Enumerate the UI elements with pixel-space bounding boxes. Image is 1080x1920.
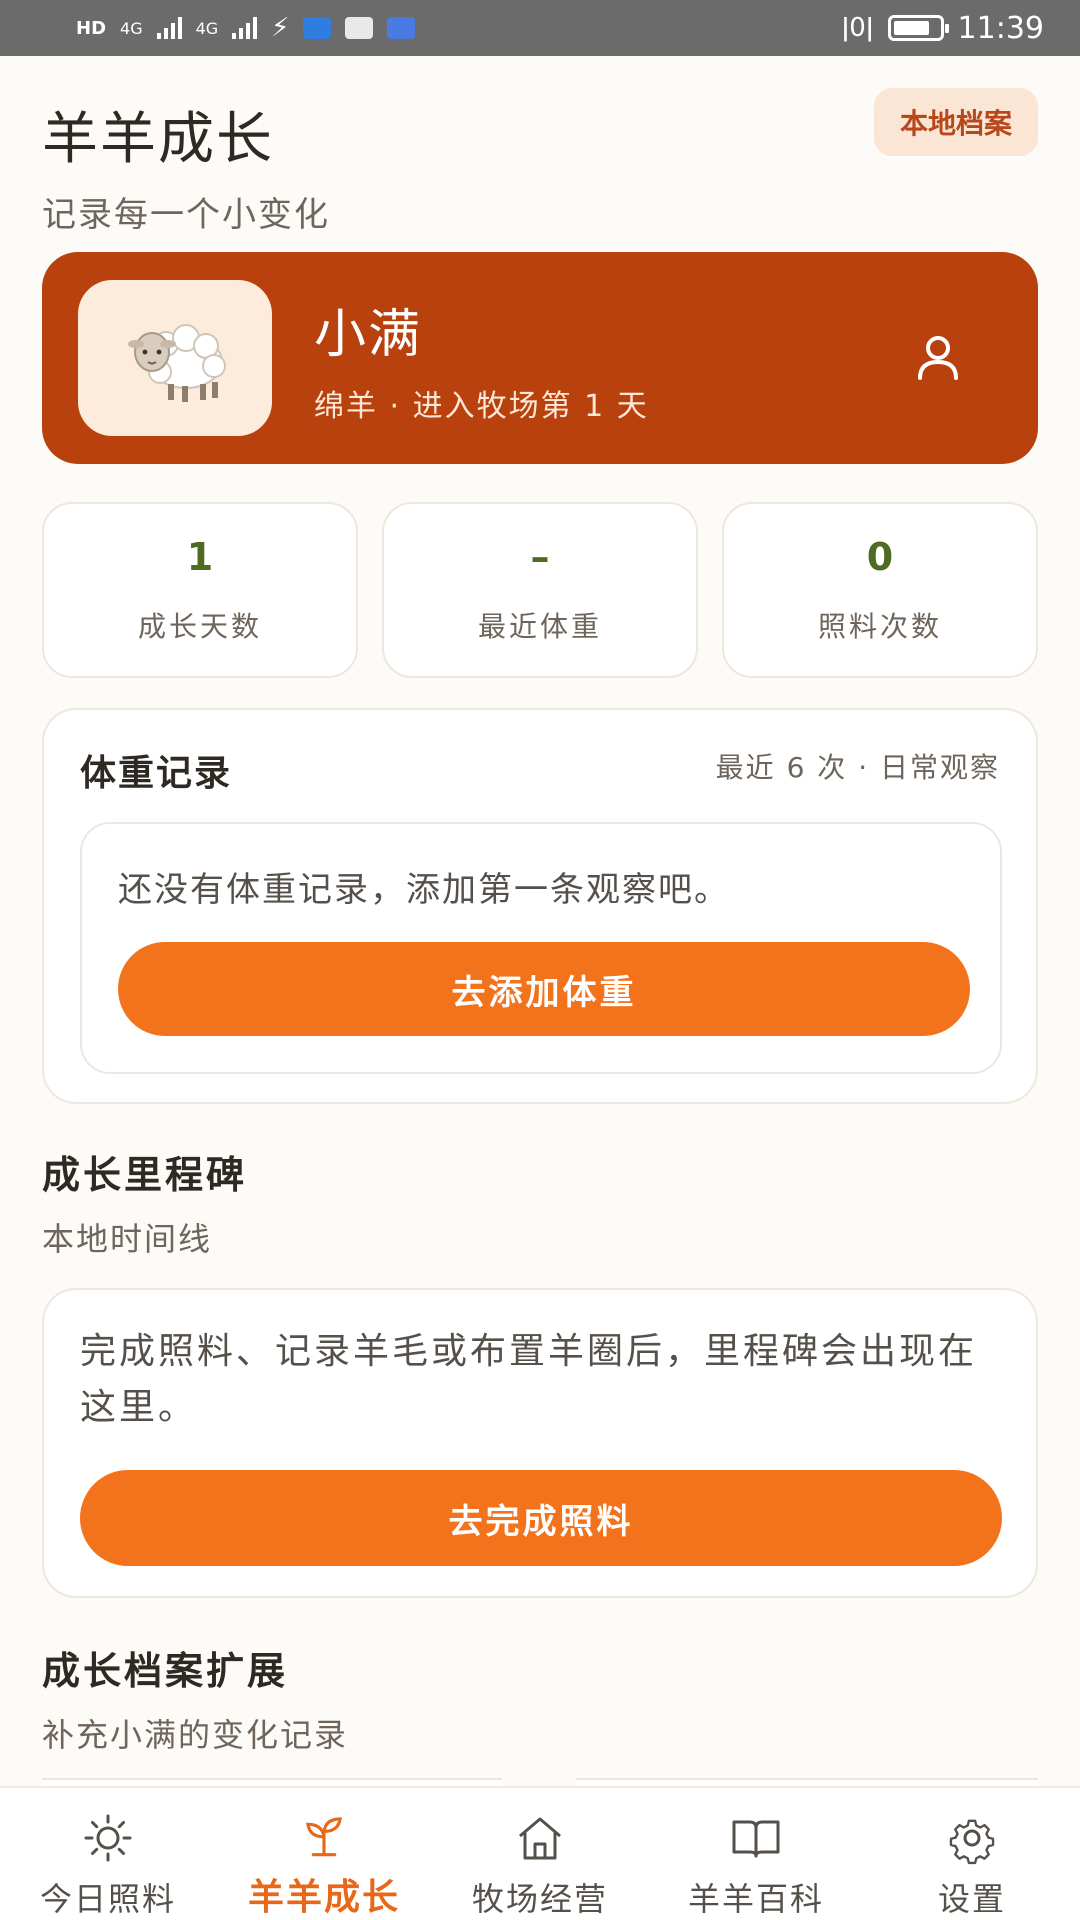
page-header: 羊羊成长 记录每一个小变化	[42, 94, 330, 236]
tab-label: 设置	[937, 1880, 1006, 1918]
clock: 11:39	[957, 10, 1044, 46]
sprout-icon	[306, 1817, 342, 1857]
tab-sheep-growth[interactable]: 羊羊成长	[216, 1788, 432, 1920]
sheep-icon	[128, 324, 226, 402]
app-notification-icon	[303, 17, 332, 39]
tab-label: 牧场经营	[471, 1880, 608, 1918]
tab-today-care[interactable]: 今日照料	[0, 1788, 216, 1920]
bottom-tab-bar: 今日照料 羊羊成长 牧场经营 羊羊百科 设置	[0, 1786, 1080, 1920]
local-archive-button[interactable]: 本地档案	[873, 88, 1038, 156]
milestones-title: 成长里程碑	[42, 1153, 248, 1197]
sheep-name: 小满	[314, 304, 423, 365]
book-icon	[732, 1820, 780, 1858]
notification-icon: ⚡	[271, 13, 290, 43]
stat-growth-days: 1 成长天数	[42, 502, 358, 678]
battery-icon	[887, 15, 949, 41]
milestones-card: 完成照料、记录羊毛或布置羊圈后，里程碑会出现在这里。 去完成照料	[42, 1288, 1038, 1598]
gear-icon	[949, 1819, 995, 1865]
signal-icon	[156, 17, 182, 39]
tab-sheep-encyclopedia[interactable]: 羊羊百科	[648, 1788, 864, 1920]
stat-care-count: 0 照料次数	[722, 502, 1038, 678]
mail-notification-icon	[387, 17, 416, 39]
signal-icon-2	[232, 17, 258, 39]
stat-value: 1	[186, 535, 214, 579]
status-right: ǀ0ǀ 11:39	[842, 11, 1044, 46]
sheep-profile-card[interactable]: 小满 绵羊 · 进入牧场第 1 天	[42, 252, 1038, 464]
tab-ranch-management[interactable]: 牧场经营	[432, 1788, 648, 1920]
tab-label: 羊羊百科	[687, 1880, 824, 1918]
person-icon[interactable]	[908, 328, 968, 388]
stat-label: 成长天数	[137, 610, 262, 643]
profile-info: 小满 绵羊 · 进入牧场第 1 天	[314, 292, 649, 425]
tab-label: 羊羊成长	[247, 1877, 400, 1918]
status-left: HD 4G 4G ⚡	[76, 13, 416, 43]
stat-value: 0	[866, 535, 894, 579]
stat-value: –	[530, 535, 550, 579]
stat-label: 照料次数	[817, 610, 942, 643]
weight-meta: 最近 6 次 · 日常观察	[715, 751, 1000, 784]
message-notification-icon	[345, 17, 374, 39]
complete-care-button[interactable]: 去完成照料	[80, 1470, 1002, 1566]
vibrate-icon: ǀ0ǀ	[841, 13, 874, 43]
tab-settings[interactable]: 设置	[864, 1788, 1080, 1920]
extension-card-left[interactable]	[42, 1778, 502, 1786]
stat-recent-weight: – 最近体重	[382, 502, 698, 678]
page-subtitle: 记录每一个小变化	[42, 195, 330, 235]
add-weight-button[interactable]: 去添加体重	[118, 942, 970, 1036]
avatar	[78, 280, 272, 436]
weight-record-card: 体重记录 最近 6 次 · 日常观察 还没有体重记录，添加第一条观察吧。 去添加…	[42, 708, 1038, 1104]
milestones-subtitle: 本地时间线	[42, 1220, 213, 1258]
status-bar: HD 4G 4G ⚡ ǀ0ǀ 11:39	[0, 0, 1080, 56]
signal-label-2: 4G	[195, 18, 219, 38]
stats-row: 1 成长天数 – 最近体重 0 照料次数	[42, 502, 1038, 678]
home-icon	[519, 1817, 561, 1860]
weight-empty-state: 还没有体重记录，添加第一条观察吧。 去添加体重	[80, 822, 1002, 1074]
milestones-empty-text: 完成照料、记录羊毛或布置羊圈后，里程碑会出现在这里。	[80, 1331, 978, 1428]
stat-label: 最近体重	[477, 610, 602, 643]
page-title: 羊羊成长	[42, 107, 274, 172]
tab-label: 今日照料	[39, 1880, 176, 1918]
extension-subtitle: 补充小满的变化记录	[42, 1716, 349, 1754]
weight-empty-text: 还没有体重记录，添加第一条观察吧。	[118, 870, 730, 910]
sun-icon	[84, 1814, 132, 1862]
signal-label: 4G	[120, 18, 143, 38]
sheep-meta: 绵羊 · 进入牧场第 1 天	[314, 388, 649, 424]
weight-title: 体重记录	[80, 753, 233, 794]
extension-card-right[interactable]	[576, 1778, 1038, 1786]
extension-title: 成长档案扩展	[42, 1649, 289, 1693]
growth-page: 羊羊成长 记录每一个小变化 本地档案 小满 绵羊 · 进入牧场第 1 天 1 成…	[0, 56, 1080, 1786]
hd-label: HD	[76, 17, 107, 39]
